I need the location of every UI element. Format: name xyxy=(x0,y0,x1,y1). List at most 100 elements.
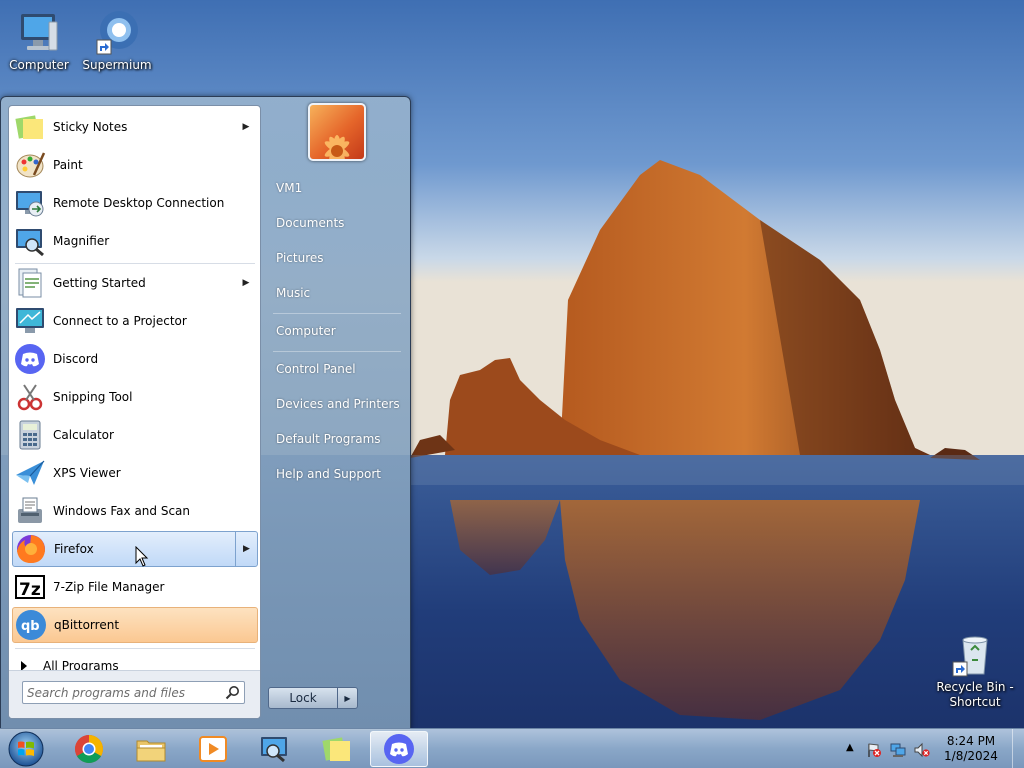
mouse-cursor-icon xyxy=(135,546,149,567)
firefox-icon xyxy=(15,533,47,565)
clock[interactable]: 8:24 PM 1/8/2024 xyxy=(936,734,1006,764)
submenu-arrow-icon[interactable]: ▶ xyxy=(238,278,254,288)
start-link-control-panel[interactable]: Control Panel xyxy=(267,354,403,384)
program-7zip-file-manager[interactable]: 7z 7-Zip File Manager xyxy=(12,569,258,605)
program-windows-fax-and-scan[interactable]: Windows Fax and Scan xyxy=(12,493,258,529)
search-area xyxy=(9,670,260,718)
clock-time: 8:24 PM xyxy=(946,734,996,748)
start-link-pictures[interactable]: Pictures xyxy=(267,243,403,273)
media-player-icon xyxy=(199,736,227,762)
search-icon[interactable] xyxy=(225,685,240,700)
program-label: Sticky Notes xyxy=(53,120,128,134)
program-label: Paint xyxy=(53,158,83,172)
start-menu-programs-pane: Sticky Notes ▶ Paint Remote Desktop Conn… xyxy=(8,105,261,719)
program-label: Windows Fax and Scan xyxy=(53,504,191,518)
search-box[interactable] xyxy=(22,681,245,704)
shutdown-options-arrow-icon[interactable]: ▶ xyxy=(337,688,357,708)
recycle-bin-icon xyxy=(951,630,999,678)
computer-icon xyxy=(15,8,63,56)
magnifier-icon xyxy=(14,225,46,257)
program-label: Snipping Tool xyxy=(53,390,133,404)
start-link-documents[interactable]: Documents xyxy=(267,208,403,238)
user-picture[interactable] xyxy=(308,103,366,163)
projector-icon xyxy=(14,305,46,337)
desktop-icon-supermium[interactable]: Supermium xyxy=(78,8,156,73)
program-calculator[interactable]: Calculator xyxy=(12,417,258,453)
program-label: Calculator xyxy=(53,428,114,442)
program-label: 7-Zip File Manager xyxy=(53,580,165,594)
qbittorrent-icon: qb xyxy=(15,609,47,641)
discord-icon xyxy=(14,343,46,375)
taskbar-remote-desktop[interactable] xyxy=(246,731,304,767)
desktop-icon-recycle-bin[interactable]: Recycle Bin - Shortcut xyxy=(936,630,1014,710)
lock-button[interactable]: Lock ▶ xyxy=(268,687,358,709)
program-getting-started[interactable]: Getting Started ▶ xyxy=(12,265,258,301)
program-label: Getting Started xyxy=(53,276,146,290)
program-discord[interactable]: Discord xyxy=(12,341,258,377)
start-button[interactable] xyxy=(4,730,48,768)
snipping-tool-icon xyxy=(14,381,46,413)
taskbar-discord[interactable] xyxy=(370,731,428,767)
start-link-help-and-support[interactable]: Help and Support xyxy=(267,459,403,489)
network-icon[interactable] xyxy=(890,742,906,758)
submenu-arrow-icon[interactable]: ▶ xyxy=(238,122,254,132)
taskbar-sticky-notes[interactable] xyxy=(308,731,366,767)
sticky-notes-icon xyxy=(322,737,350,761)
calculator-icon xyxy=(14,419,46,451)
program-label: Remote Desktop Connection xyxy=(53,196,225,210)
program-remote-desktop-connection[interactable]: Remote Desktop Connection xyxy=(12,185,258,221)
start-menu: Sticky Notes ▶ Paint Remote Desktop Conn… xyxy=(0,96,411,730)
start-link-label: VM1 xyxy=(276,181,303,195)
program-paint[interactable]: Paint xyxy=(12,147,258,183)
show-hidden-icons-icon[interactable]: ▲ xyxy=(846,742,862,758)
program-sticky-notes[interactable]: Sticky Notes ▶ xyxy=(12,109,258,145)
programs-separator xyxy=(15,263,255,264)
supermium-icon xyxy=(93,8,141,56)
right-pane-separator xyxy=(273,313,401,314)
program-label: XPS Viewer xyxy=(53,466,121,480)
start-link-label: Devices and Printers xyxy=(276,397,400,411)
action-center-flag-icon[interactable] xyxy=(866,742,882,758)
7zip-icon: 7z xyxy=(14,571,46,603)
program-qbittorrent[interactable]: qb qBittorrent xyxy=(12,607,258,643)
show-desktop-button[interactable] xyxy=(1012,729,1024,768)
remote-desktop-icon xyxy=(14,187,46,219)
flower-icon xyxy=(324,135,350,163)
clock-date: 1/8/2024 xyxy=(944,749,998,763)
start-link-devices-and-printers[interactable]: Devices and Printers xyxy=(267,389,403,419)
desktop-icon-label: Supermium xyxy=(82,58,152,72)
start-link-computer[interactable]: Computer xyxy=(267,316,403,346)
chrome-icon xyxy=(75,735,103,763)
desktop-icon-label: Computer xyxy=(9,58,69,72)
start-link-music[interactable]: Music xyxy=(267,278,403,308)
start-link-default-programs[interactable]: Default Programs xyxy=(267,424,403,454)
program-magnifier[interactable]: Magnifier xyxy=(12,223,258,259)
xps-viewer-icon xyxy=(14,457,46,489)
paint-icon xyxy=(14,149,46,181)
right-pane-separator xyxy=(273,351,401,352)
remote-desktop-icon xyxy=(261,737,287,763)
program-connect-to-projector[interactable]: Connect to a Projector xyxy=(12,303,258,339)
submenu-arrow-icon[interactable]: ▶ xyxy=(235,532,257,566)
fax-scan-icon xyxy=(14,495,46,527)
start-link-label: Help and Support xyxy=(276,467,381,481)
taskbar-media-player[interactable] xyxy=(184,731,242,767)
taskbar-file-explorer[interactable] xyxy=(122,731,180,767)
sticky-notes-icon xyxy=(14,111,46,143)
start-link-label: Control Panel xyxy=(276,362,356,376)
program-label: Magnifier xyxy=(53,234,110,248)
program-snipping-tool[interactable]: Snipping Tool xyxy=(12,379,258,415)
volume-muted-icon[interactable] xyxy=(914,742,930,758)
start-link-label: Default Programs xyxy=(276,432,381,446)
desktop-icon-computer[interactable]: Computer xyxy=(0,8,78,73)
start-link-label: Computer xyxy=(276,324,336,338)
program-label: qBittorrent xyxy=(54,618,120,632)
system-tray: ▲ 8:24 PM 1/8/2024 xyxy=(844,729,1024,768)
taskbar: ▲ 8:24 PM 1/8/2024 xyxy=(0,728,1024,768)
start-link-user[interactable]: VM1 xyxy=(267,173,403,203)
start-link-label: Music xyxy=(276,286,311,300)
program-label: Connect to a Projector xyxy=(53,314,187,328)
taskbar-chrome[interactable] xyxy=(60,731,118,767)
program-xps-viewer[interactable]: XPS Viewer xyxy=(12,455,258,491)
search-input[interactable] xyxy=(27,684,217,701)
